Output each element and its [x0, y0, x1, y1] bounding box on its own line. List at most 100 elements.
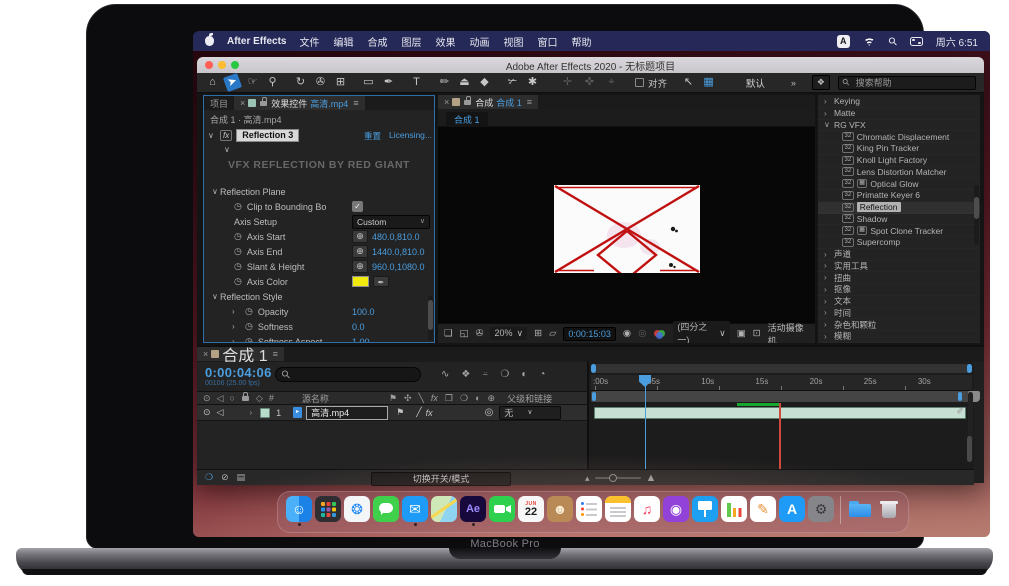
param-value[interactable]: 100.0 — [352, 307, 375, 317]
resolution-dropdown[interactable]: (四分之一)∨ — [673, 321, 729, 344]
magnification-dropdown[interactable]: 20%∨ — [490, 327, 527, 340]
layer-edit-icon[interactable]: ✐ — [956, 406, 964, 417]
tab-project[interactable]: 项目 — [204, 96, 234, 110]
point-picker-icon[interactable]: ⊕ — [352, 230, 368, 243]
dock-calendar[interactable]: JUN 22 — [518, 496, 544, 522]
reset-effect-link[interactable]: 重置 — [364, 130, 381, 142]
transparency-grid-icon[interactable]: ▣ — [737, 328, 746, 339]
motion-blur-toggle-icon[interactable]: ⊘ — [221, 472, 229, 483]
expander-icon[interactable]: › — [824, 273, 831, 282]
pan-behind-tool[interactable]: ⊞ — [333, 75, 348, 90]
layer-shy-icon[interactable]: ⚑ — [396, 407, 404, 418]
tab-timeline-comp[interactable]: × 合成 1 ≡ — [197, 347, 284, 361]
dock-trash[interactable] — [876, 496, 902, 522]
shy-layers-icon[interactable]: ⍨ — [482, 369, 488, 380]
menu-clock[interactable]: 周六 6:51 — [936, 34, 978, 49]
stopwatch-icon[interactable]: ◷ — [234, 246, 242, 257]
effects-list-item[interactable]: 32 ▦ Optical Glow — [818, 178, 980, 190]
composition-viewer[interactable] — [438, 127, 815, 323]
dock-contacts[interactable]: ☻ — [547, 496, 573, 522]
menu-item[interactable]: 文件 — [299, 34, 319, 49]
layer-row[interactable]: ⊙ ◁ › 1 ▸ 高清.mp4 ⚑ ╱ fx ◎ 无∨ — [197, 405, 587, 421]
time-navigator[interactable] — [591, 364, 972, 373]
camera-toggle-icon[interactable]: ▤ — [237, 472, 246, 483]
mask-visibility-icon[interactable]: ✇ — [476, 328, 484, 339]
menu-item[interactable]: 编辑 — [333, 34, 353, 49]
grid-guides-icon[interactable]: ⊞ — [534, 328, 542, 339]
expander-icon[interactable]: › — [824, 250, 831, 259]
param-value[interactable]: 0.0 — [352, 322, 365, 332]
workspace-selector[interactable]: 默认 — [746, 76, 765, 90]
clip-checkbox[interactable]: ✓ — [352, 201, 363, 212]
solo-column-icon[interactable]: ○ — [229, 393, 234, 403]
menu-item[interactable]: 帮助 — [571, 34, 591, 49]
expander-icon[interactable]: › — [824, 261, 831, 270]
chevron-right-icon[interactable]: › — [232, 307, 240, 316]
chevron-down-icon[interactable]: ∨ — [224, 145, 230, 154]
effects-list-item[interactable]: 32 Lens Distortion Matcher — [818, 167, 980, 179]
orbit-camera-tool[interactable]: ↻ — [293, 75, 308, 90]
snap-grid-icon[interactable]: ▦ — [701, 75, 716, 90]
apple-menu-icon[interactable] — [205, 36, 214, 46]
motion-blur-switch-icon[interactable]: ◐ — [475, 393, 480, 404]
color-swatch[interactable] — [352, 276, 369, 287]
lock-icon[interactable] — [260, 101, 267, 106]
effects-list-item[interactable]: › Matte — [818, 108, 980, 120]
current-time-field[interactable]: 0:00:15:03 — [563, 327, 616, 341]
dock-facetime[interactable] — [489, 496, 515, 522]
point-picker-icon[interactable]: ⊕ — [352, 245, 368, 258]
eraser-tool[interactable]: ◆ — [477, 75, 492, 90]
motion-blur-icon[interactable]: ◐ — [521, 369, 527, 380]
rectangle-tool[interactable]: ▭ — [361, 75, 376, 90]
quality-switch-icon[interactable]: ╲ — [418, 393, 423, 404]
take-snapshot-icon[interactable]: ◉ — [623, 328, 631, 339]
audio-column-icon[interactable]: ◁ — [217, 393, 224, 404]
layer-color-swatch[interactable] — [260, 408, 270, 418]
mask-cursor-icon[interactable]: ↖ — [681, 75, 696, 90]
effects-list-item[interactable]: › 声道 — [818, 249, 980, 261]
effects-list-item[interactable]: 32 Chromatic Displacement — [818, 131, 980, 143]
parent-pickwhip-icon[interactable]: ◎ — [485, 407, 494, 418]
exposure-icon[interactable]: ⊡ — [753, 328, 761, 339]
chevron-down-icon[interactable]: ∨ — [208, 131, 216, 140]
input-source-icon[interactable]: A — [837, 35, 850, 48]
layer-fx-icon[interactable]: fx — [426, 408, 433, 418]
stopwatch-icon[interactable]: ◷ — [234, 201, 242, 212]
frame-blending-icon[interactable]: ❍ — [500, 369, 509, 380]
layer-name[interactable]: 高清.mp4 — [306, 406, 388, 420]
menu-item[interactable]: 视图 — [503, 34, 523, 49]
timeline-scrollbar[interactable] — [968, 392, 973, 462]
param-value[interactable]: 480.0,810.0 — [372, 232, 420, 242]
dock-after-effects[interactable]: Ae — [460, 496, 486, 522]
layer-visibility-icon[interactable]: ⊙ — [203, 407, 211, 418]
zoom-tool[interactable]: ⚲ — [265, 75, 280, 90]
expander-icon[interactable]: › — [824, 109, 831, 118]
source-name-column[interactable]: 源名称 — [302, 392, 329, 405]
expander-icon[interactable]: › — [824, 97, 831, 106]
type-tool[interactable]: T — [409, 75, 424, 90]
zoom-in-mountain-icon[interactable]: ▲ — [646, 472, 657, 484]
dock-finder[interactable]: ☺ — [286, 496, 312, 522]
help-search-input[interactable] — [854, 77, 964, 89]
current-time-display[interactable]: 0:00:04:06 — [205, 365, 272, 380]
expander-icon[interactable]: › — [824, 297, 831, 306]
menu-item[interactable]: 效果 — [435, 34, 455, 49]
work-area-start-handle[interactable] — [592, 392, 596, 401]
effects-list-item[interactable]: › 杂色和颗粒 — [818, 319, 980, 331]
comp-breadcrumb-tab[interactable]: 合成 1 — [446, 112, 488, 127]
dock-appstore[interactable]: A — [779, 496, 805, 522]
selection-tool[interactable]: ➤ — [223, 73, 242, 92]
parent-dropdown[interactable]: 无∨ — [499, 406, 561, 420]
dock-reminders[interactable] — [576, 496, 602, 522]
draft-3d-icon[interactable]: ❖ — [461, 369, 470, 380]
licensing-link[interactable]: Licensing... — [389, 130, 432, 142]
playhead-line[interactable] — [645, 384, 647, 469]
layer-expander-icon[interactable]: › — [249, 408, 252, 417]
dock-launchpad[interactable] — [315, 496, 341, 522]
clone-stamp-tool[interactable]: ⏏ — [457, 75, 472, 90]
control-center-icon[interactable] — [910, 37, 923, 46]
effects-list-item[interactable]: › 模糊 — [818, 331, 980, 343]
home-tool[interactable]: ⌂ — [205, 75, 220, 90]
workspace-overflow-icon[interactable]: » — [791, 78, 796, 88]
navigator-end-handle[interactable] — [967, 364, 972, 373]
